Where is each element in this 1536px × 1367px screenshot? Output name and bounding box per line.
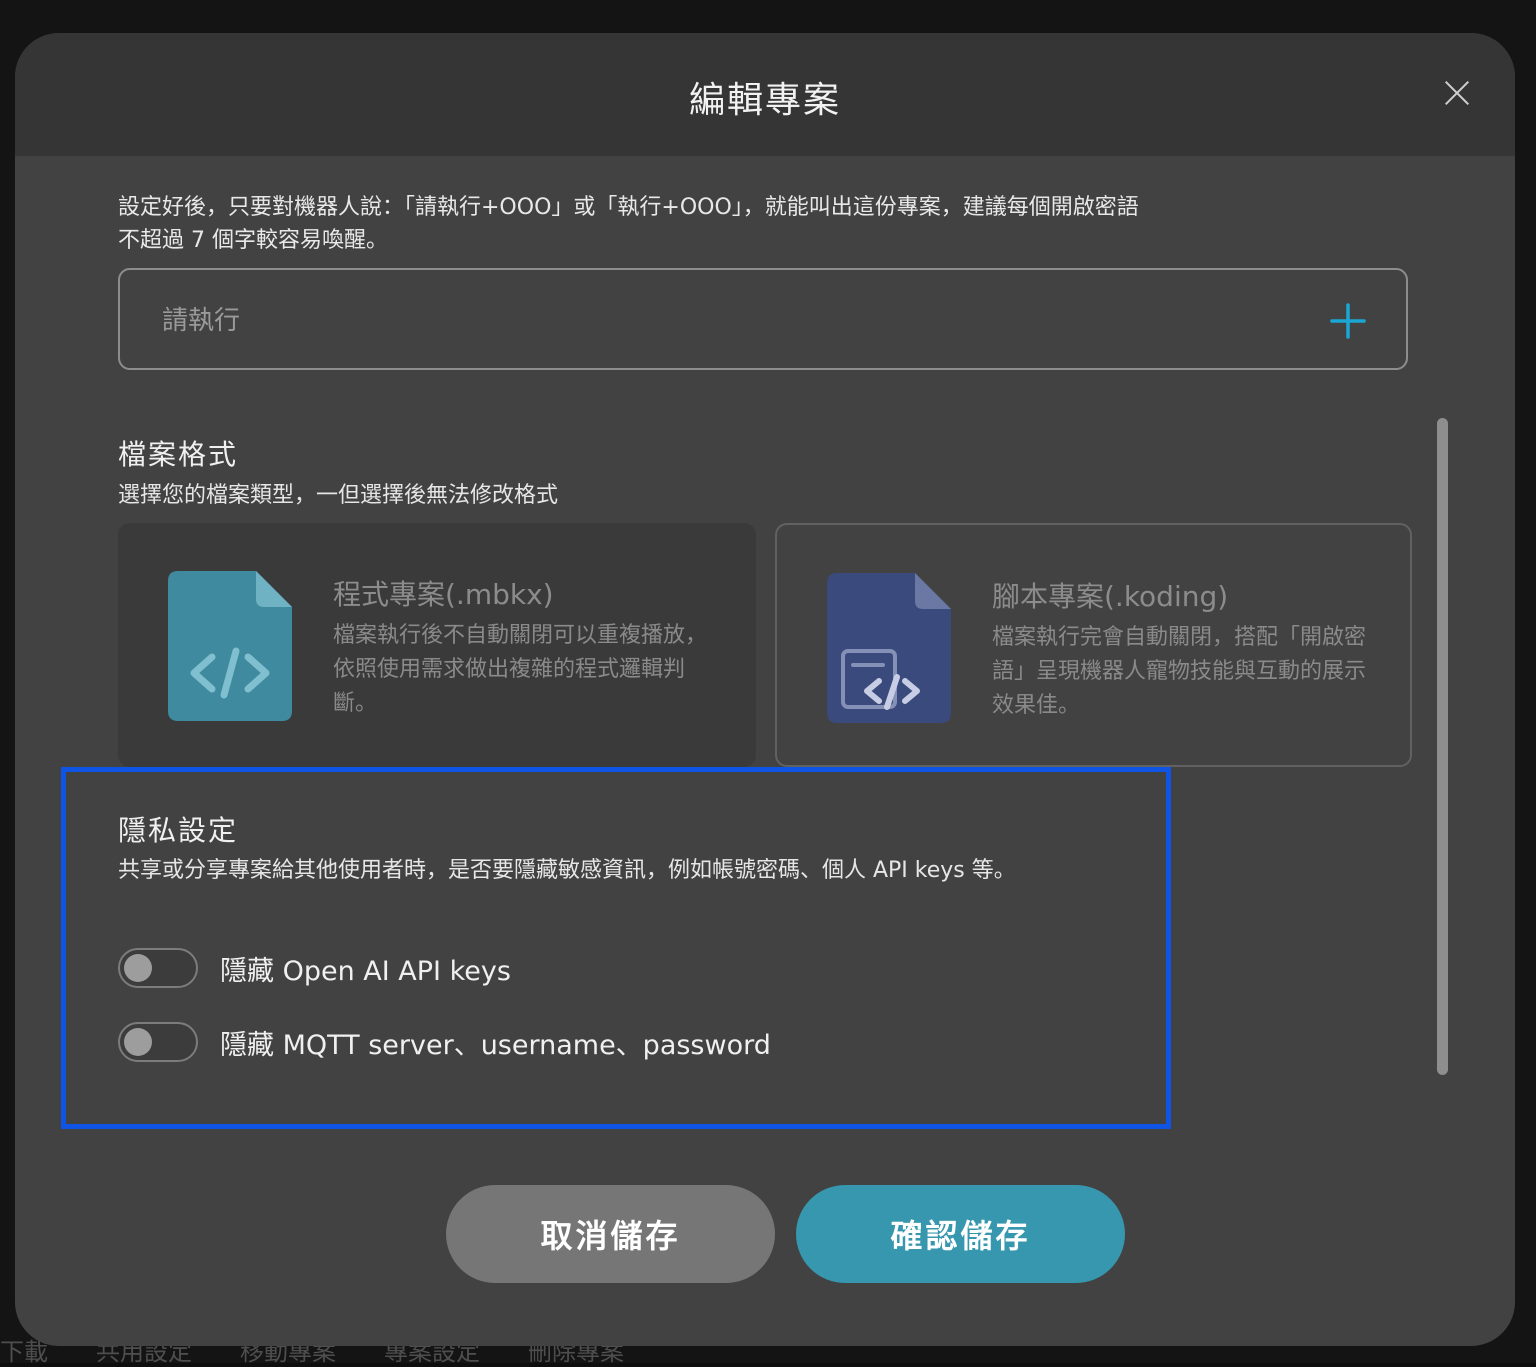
file-format-title: 檔案格式 <box>118 438 239 471</box>
script-file-icon <box>827 573 951 723</box>
privacy-title: 隱私設定 <box>118 814 239 847</box>
format-option-koding[interactable]: 腳本專案(.koding) 檔案執行完會自動關閉，搭配「開啟密語」呈現機器人寵物… <box>775 523 1412 767</box>
toggle-knob <box>124 954 152 982</box>
toggle-row-openai: 隱藏 Open AI API keys <box>118 947 511 989</box>
keyword-description: 設定好後，只要對機器人說：「請執行+OOO」或「執行+OOO」，就能叫出這份專案… <box>118 195 1139 253</box>
scrollbar[interactable] <box>1437 418 1448 1075</box>
hide-mqtt-label: 隱藏 MQTT server、username、password <box>220 1029 771 1061</box>
hide-openai-keys-toggle[interactable] <box>118 948 198 988</box>
keyword-input[interactable] <box>160 298 1264 344</box>
hide-mqtt-toggle[interactable] <box>118 1022 198 1062</box>
close-icon[interactable] <box>1443 79 1473 109</box>
modal-header: 編輯專案 <box>15 33 1515 156</box>
file-format-subtitle: 選擇您的檔案類型，一但選擇後無法修改格式 <box>118 483 559 508</box>
code-file-icon <box>168 571 292 721</box>
format-option-title: 程式專案(.mbkx) <box>333 578 554 611</box>
toggle-row-mqtt: 隱藏 MQTT server、username、password <box>118 1021 771 1063</box>
format-option-mbkx[interactable]: 程式專案(.mbkx) 檔案執行後不自動關閉可以重複播放，依照使用需求做出複雜的… <box>118 523 756 767</box>
confirm-save-button[interactable]: 確認儲存 <box>796 1185 1125 1283</box>
edit-project-modal: 編輯專案 設定好後，只要對機器人說：「請執行+OOO」或「執行+OOO」，就能叫… <box>15 33 1515 1346</box>
format-option-title: 腳本專案(.koding) <box>992 580 1229 613</box>
plus-icon[interactable] <box>1330 303 1366 339</box>
cancel-save-button[interactable]: 取消儲存 <box>446 1185 775 1283</box>
keyword-input-box <box>118 268 1408 370</box>
privacy-subtitle: 共享或分享專案給其他使用者時，是否要隱藏敏感資訊，例如帳號密碼、個人 API k… <box>118 858 1016 883</box>
format-option-description: 檔案執行完會自動關閉，搭配「開啟密語」呈現機器人寵物技能與互動的展示效果佳。 <box>992 625 1367 718</box>
hide-openai-keys-label: 隱藏 Open AI API keys <box>220 955 511 987</box>
modal-title: 編輯專案 <box>688 80 841 121</box>
toggle-knob <box>124 1028 152 1056</box>
format-option-description: 檔案執行後不自動關閉可以重複播放，依照使用需求做出複雜的程式邏輯判斷。 <box>333 623 708 716</box>
